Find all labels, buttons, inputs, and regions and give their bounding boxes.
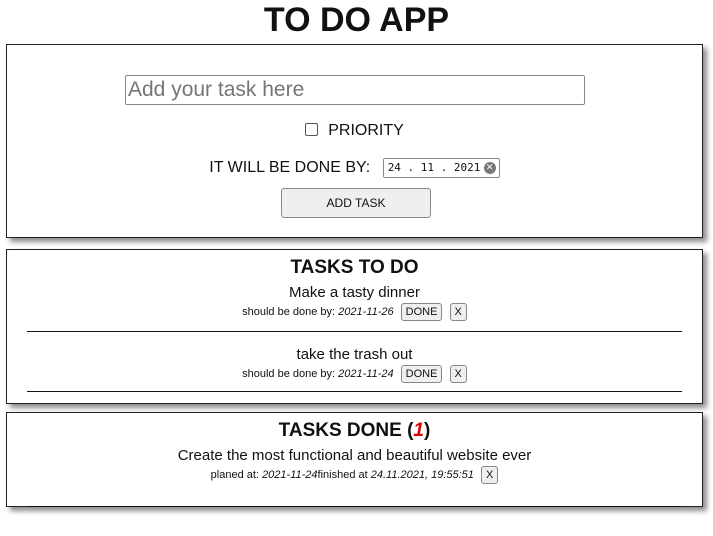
tasks-done-count: 1 — [413, 420, 424, 441]
done-task-name: Create the most functional and beautiful… — [177, 447, 532, 464]
due-date: 2021-11-24 — [338, 368, 394, 380]
finished-date: 24.11.2021, 19:55:51 — [370, 469, 474, 481]
deadline-label: IT WILL BE DONE BY: — [209, 159, 371, 176]
todo-task-meta: should be done by: 2021-11-24 DONE X — [27, 364, 682, 388]
tasks-to-do-title: TASKS TO DO — [290, 257, 419, 278]
done-button[interactable]: DONE — [400, 303, 443, 322]
clear-date-icon[interactable]: ✕ — [483, 161, 496, 174]
add-task-button[interactable]: ADD TASK — [281, 188, 431, 218]
remove-task-button[interactable]: X — [449, 303, 467, 322]
planned-date: 2021-11-24 — [262, 469, 318, 481]
remove-done-task-button[interactable]: X — [480, 466, 499, 485]
priority-row: PRIORITY — [7, 121, 702, 141]
deadline-date-value: 24 . 11 . 2021 — [387, 160, 481, 174]
due-prefix: should be done by: — [242, 306, 336, 318]
todo-task-list: Make a tasty dinner should be done by: 2… — [7, 280, 702, 392]
planned-prefix: planed at: — [210, 469, 259, 481]
deadline-row: IT WILL BE DONE BY: 24 . 11 . 2021 ✕ — [7, 157, 702, 179]
tasks-done-title: TASKS DONE (1) — [7, 413, 702, 443]
add-task-panel: PRIORITY IT WILL BE DONE BY: 24 . 11 . 2… — [6, 44, 703, 238]
remove-task-button[interactable]: X — [449, 365, 467, 384]
todo-task-item: take the trash out should be done by: 20… — [27, 332, 682, 392]
done-task-meta: planed at: 2021-11-24finished at 24.11.2… — [27, 465, 682, 489]
tasks-done-title-prefix: TASKS DONE ( — [278, 420, 414, 441]
todo-task-item: Make a tasty dinner should be done by: 2… — [27, 280, 682, 332]
app-title: TO DO APP — [263, 1, 450, 39]
tasks-done-title-suffix: ) — [424, 420, 431, 441]
todo-task-name: take the trash out — [296, 346, 413, 363]
todo-task-name: Make a tasty dinner — [289, 284, 420, 301]
tasks-to-do-panel: TASKS TO DO Make a tasty dinner should b… — [6, 249, 703, 404]
priority-checkbox[interactable] — [305, 123, 319, 136]
priority-label: PRIORITY — [328, 122, 404, 139]
due-date: 2021-11-26 — [338, 306, 394, 318]
done-button[interactable]: DONE — [400, 365, 443, 384]
todo-task-meta: should be done by: 2021-11-26 DONE X — [27, 302, 682, 326]
tasks-done-panel: TASKS DONE (1) Create the most functiona… — [6, 412, 703, 507]
finished-prefix: finished at — [317, 469, 368, 481]
task-input[interactable] — [125, 75, 585, 105]
due-prefix: should be done by: — [242, 368, 336, 380]
deadline-date-input[interactable]: 24 . 11 . 2021 ✕ — [382, 157, 500, 178]
done-task-item: Create the most functional and beautiful… — [27, 443, 682, 507]
